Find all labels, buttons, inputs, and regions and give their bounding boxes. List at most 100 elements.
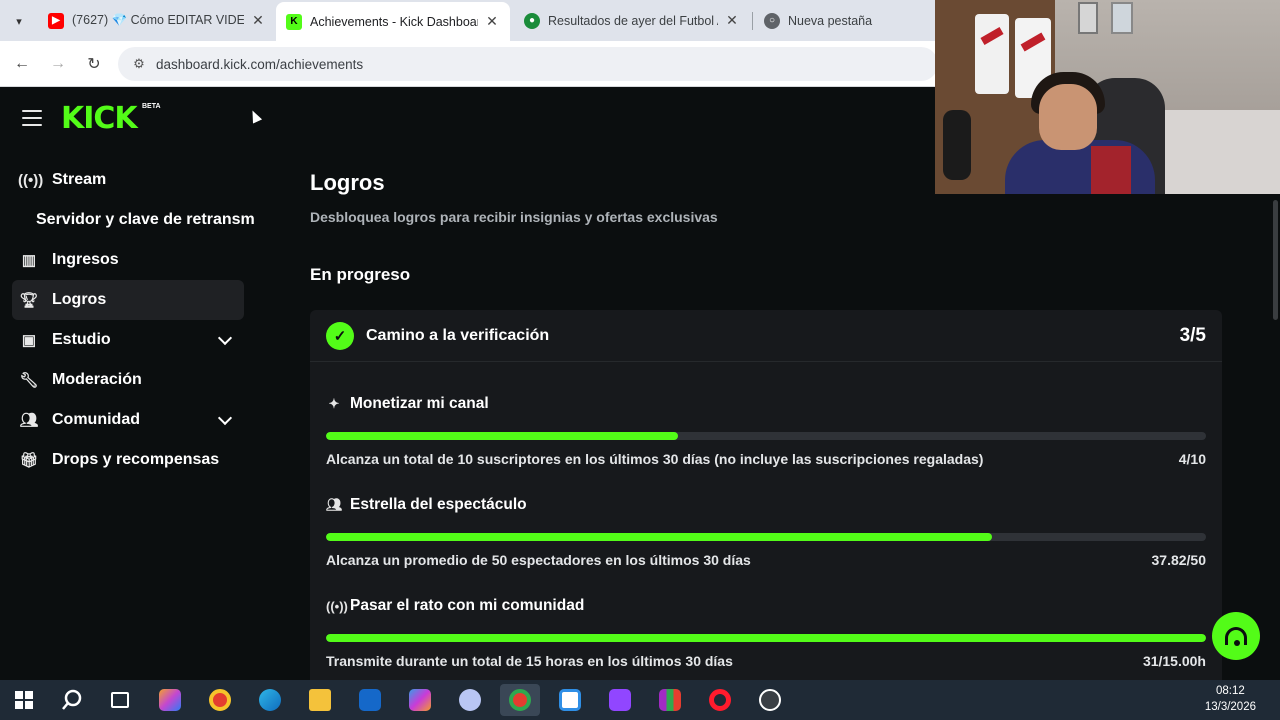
sidebar-item-label: Stream bbox=[52, 171, 107, 188]
card-header[interactable]: ✓ Camino a la verificación 3/5 bbox=[310, 310, 1222, 362]
page-subtitle: Desbloquea logros para recibir insignias… bbox=[310, 209, 718, 225]
site-info-icon[interactable]: ⚙ bbox=[126, 56, 152, 72]
support-headset-button[interactable] bbox=[1212, 612, 1260, 660]
tab-list-chevron-icon[interactable]: ▾ bbox=[8, 10, 30, 32]
microsoft-store-icon[interactable] bbox=[550, 684, 590, 716]
winrar-icon[interactable] bbox=[650, 684, 690, 716]
sidebar-item-estudio[interactable]: ▣ Estudio bbox=[0, 320, 260, 360]
copilot-icon[interactable] bbox=[150, 684, 190, 716]
sidebar-item-comunidad[interactable]: 👥︎ Comunidad bbox=[0, 400, 260, 440]
browser-tab-kick[interactable]: K Achievements - Kick Dashboard ✕ bbox=[276, 2, 510, 41]
sidebar: ((•)) Stream Servidor y clave de retrans… bbox=[0, 160, 260, 480]
sparkle-icon: ✦ bbox=[328, 396, 340, 411]
wrench-icon: 🔧︎ bbox=[19, 372, 39, 389]
progress-fill bbox=[326, 533, 992, 541]
achievement-title: Monetizar mi canal bbox=[350, 395, 489, 412]
browser-tab-futbol[interactable]: ● Resultados de ayer del Futbol A ✕ bbox=[514, 0, 750, 41]
progress-fill bbox=[326, 634, 1206, 642]
webcam-overlay bbox=[935, 0, 1280, 194]
file-explorer-icon[interactable] bbox=[300, 684, 340, 716]
broadcast-icon: ((•)) bbox=[18, 171, 44, 189]
obs-icon[interactable] bbox=[750, 684, 790, 716]
system-clock[interactable]: 08:12 13/3/2026 bbox=[1205, 683, 1256, 715]
close-tab-icon[interactable]: ✕ bbox=[484, 13, 500, 30]
youtube-icon: ▶ bbox=[48, 12, 64, 29]
menu-icon[interactable] bbox=[22, 110, 42, 126]
reload-icon[interactable]: ↻ bbox=[82, 52, 106, 76]
sidebar-item-label: Ingresos bbox=[52, 251, 119, 268]
tab-title: Nueva pestaña bbox=[788, 13, 873, 28]
chrome-active-icon[interactable] bbox=[500, 684, 540, 716]
achievement-item: ((•)) Pasar el rato con mi comunidad Tra… bbox=[310, 564, 1222, 669]
windows-start-icon[interactable] bbox=[4, 684, 44, 716]
beta-label: BETA bbox=[142, 103, 161, 110]
progress-bar bbox=[326, 634, 1206, 642]
gift-icon: 🎁︎ bbox=[19, 452, 39, 469]
sidebar-item-label: Comunidad bbox=[52, 411, 140, 428]
tab-title: Resultados de ayer del Futbol A bbox=[548, 13, 718, 28]
app-icon[interactable] bbox=[450, 684, 490, 716]
sidebar-item-moderacion[interactable]: 🔧︎ Moderación bbox=[0, 360, 260, 400]
progress-fill bbox=[326, 432, 678, 440]
achievement-title: Pasar el rato con mi comunidad bbox=[350, 597, 585, 614]
community-icon: 👥︎ bbox=[19, 412, 39, 429]
sidebar-item-ingresos[interactable]: ▥ Ingresos bbox=[0, 240, 260, 280]
section-title-in-progress: En progreso bbox=[310, 265, 411, 284]
url-text: dashboard.kick.com/achievements bbox=[156, 56, 364, 72]
close-tab-icon[interactable]: ✕ bbox=[724, 12, 740, 29]
broadcast-icon: ((•)) bbox=[326, 598, 348, 614]
scrollbar[interactable] bbox=[1273, 200, 1278, 320]
chart-icon: ▥ bbox=[21, 252, 37, 269]
sidebar-item-label: Estudio bbox=[52, 331, 111, 348]
chevron-down-icon[interactable] bbox=[217, 410, 233, 426]
close-tab-icon[interactable]: ✕ bbox=[250, 12, 266, 29]
progress-bar bbox=[326, 432, 1206, 440]
clock-time: 08:12 bbox=[1216, 685, 1245, 697]
browser-tab-new[interactable]: ○ Nueva pestaña bbox=[754, 0, 934, 41]
achievement-title: Estrella del espectáculo bbox=[350, 496, 527, 513]
sidebar-item-logros[interactable]: 🏆︎ Logros bbox=[12, 280, 244, 320]
sidebar-item-server-key[interactable]: Servidor y clave de retransm bbox=[0, 200, 260, 240]
card-progress-count: 3/5 bbox=[1179, 324, 1206, 346]
viewers-icon: 👥︎ bbox=[326, 497, 343, 512]
achievement-card: ✓ Camino a la verificación 3/5 ✦ Monetiz… bbox=[310, 310, 1222, 690]
sidebar-item-label: Servidor y clave de retransm bbox=[36, 211, 255, 228]
chrome-icon[interactable] bbox=[200, 684, 240, 716]
address-bar[interactable]: ⚙ dashboard.kick.com/achievements bbox=[118, 47, 938, 81]
kick-icon: K bbox=[286, 13, 302, 30]
chevron-down-icon[interactable] bbox=[217, 330, 233, 346]
microsoft-365-icon[interactable] bbox=[400, 684, 440, 716]
chrome-icon: ○ bbox=[764, 12, 780, 29]
sidebar-item-drops[interactable]: 🎁︎ Drops y recompensas bbox=[0, 440, 260, 480]
achievement-progress: 31/15.00h bbox=[1142, 653, 1206, 669]
studio-icon: ▣ bbox=[21, 332, 37, 349]
clock-date: 13/3/2026 bbox=[1204, 701, 1256, 713]
twitch-icon[interactable] bbox=[600, 684, 640, 716]
soccer-ball-icon: ● bbox=[524, 12, 540, 29]
task-view-icon[interactable] bbox=[100, 684, 140, 716]
browser-tab-youtube[interactable]: ▶ (7627) 💎 Cómo EDITAR VIDEO ✕ bbox=[38, 0, 276, 41]
verified-badge-icon: ✓ bbox=[326, 321, 354, 350]
achievement-item: 👥︎ Estrella del espectáculo Alcanza un p… bbox=[310, 463, 1222, 568]
sidebar-item-label: Logros bbox=[52, 291, 107, 308]
tab-title: (7627) 💎 Cómo EDITAR VIDEO bbox=[72, 13, 244, 27]
card-title: Camino a la verificación bbox=[366, 326, 550, 344]
edge-icon[interactable] bbox=[250, 684, 290, 716]
trophy-icon: 🏆︎ bbox=[19, 292, 39, 309]
forward-arrow-icon[interactable]: → bbox=[46, 52, 70, 76]
tab-title: Achievements - Kick Dashboard bbox=[310, 14, 478, 29]
search-icon[interactable] bbox=[52, 684, 92, 716]
opera-icon[interactable] bbox=[700, 684, 740, 716]
achievement-item: ✦ Monetizar mi canal Alcanza un total de… bbox=[310, 362, 1222, 467]
windows-taskbar: 08:12 13/3/2026 bbox=[0, 680, 1280, 720]
kick-logo[interactable]: KICK bbox=[61, 101, 138, 136]
tab-separator bbox=[752, 12, 753, 30]
headset-icon bbox=[1225, 627, 1247, 646]
outlook-icon[interactable] bbox=[350, 684, 390, 716]
progress-bar bbox=[326, 533, 1206, 541]
sidebar-item-label: Drops y recompensas bbox=[52, 451, 220, 468]
achievement-description: Transmite durante un total de 15 horas e… bbox=[326, 653, 733, 669]
back-arrow-icon[interactable]: ← bbox=[10, 52, 34, 76]
sidebar-item-stream[interactable]: ((•)) Stream bbox=[0, 160, 260, 200]
sidebar-item-label: Moderación bbox=[52, 371, 142, 388]
